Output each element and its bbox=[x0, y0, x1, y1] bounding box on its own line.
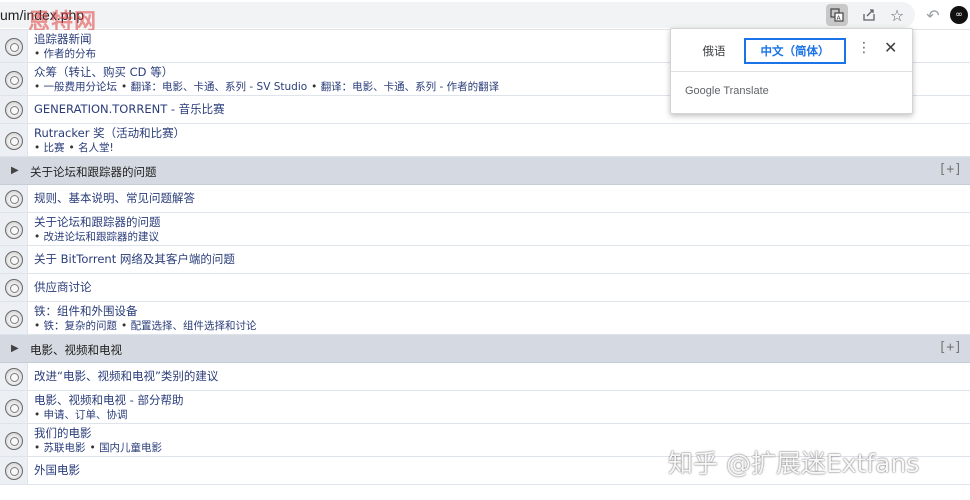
forum-bubble-icon bbox=[5, 37, 23, 56]
subforum-link[interactable]: 苏联电影 bbox=[34, 442, 86, 454]
close-icon[interactable]: ✕ bbox=[884, 38, 897, 57]
forum-icon-cell bbox=[0, 96, 28, 123]
forum-icon-cell bbox=[0, 124, 28, 156]
forum-row: 供应商讨论 bbox=[0, 274, 970, 302]
subforum-list: 改进论坛和跟踪器的建议 bbox=[34, 230, 970, 244]
forum-title-link[interactable]: 我们的电影 bbox=[34, 426, 970, 441]
expand-toggle[interactable]: [+] bbox=[939, 340, 962, 355]
expand-triangle-icon[interactable]: ▶ bbox=[11, 343, 19, 354]
zhihu-watermark: 知乎 @扩展迷Extfans bbox=[668, 449, 920, 478]
forum-bubble-icon bbox=[5, 70, 23, 89]
subforum-link[interactable]: 作者的分布 bbox=[34, 48, 96, 60]
more-menu-icon[interactable]: ⋮ bbox=[857, 40, 871, 56]
expand-toggle[interactable]: [+] bbox=[939, 162, 962, 177]
share-icon[interactable] bbox=[858, 4, 880, 26]
star-icon[interactable]: ☆ bbox=[886, 4, 908, 26]
forum-bubble-icon bbox=[5, 309, 23, 328]
forum-icon-cell bbox=[0, 457, 28, 484]
category-title: 关于论坛和跟踪器的问题 bbox=[30, 165, 157, 179]
forum-icon-cell bbox=[0, 246, 28, 273]
popup-divider bbox=[671, 71, 912, 72]
forum-title-link[interactable]: 规则、基本说明、常见问题解答 bbox=[34, 191, 970, 206]
forum-title-link[interactable]: 铁：组件和外围设备 bbox=[34, 304, 970, 319]
translate-icon[interactable]: A bbox=[826, 4, 848, 26]
forum-bubble-icon bbox=[5, 398, 23, 417]
category-header[interactable]: ▶ 关于论坛和跟踪器的问题 [+] bbox=[0, 157, 970, 185]
subforum-link[interactable]: 铁：复杂的问题 bbox=[34, 320, 117, 332]
forum-icon-cell bbox=[0, 363, 28, 390]
subforum-link[interactable]: 名人堂! bbox=[69, 142, 114, 154]
forum-bubble-icon bbox=[5, 220, 23, 239]
subforum-link[interactable]: 改进论坛和跟踪器的建议 bbox=[34, 231, 159, 243]
forum-bubble-icon bbox=[5, 131, 23, 150]
forum-icon-cell bbox=[0, 391, 28, 423]
translate-popup: 俄语 中文（简体） ⋮ ✕ Google Translate bbox=[670, 28, 913, 114]
expand-triangle-icon[interactable]: ▶ bbox=[11, 165, 19, 176]
forum-row: 电影、视频和电视 - 部分帮助申请、订单、协调 bbox=[0, 391, 970, 424]
subforum-list: 申请、订单、协调 bbox=[34, 408, 970, 422]
forum-icon-cell bbox=[0, 63, 28, 95]
subforum-link[interactable]: 翻译：电影、卡通、系列 - SV Studio bbox=[121, 81, 307, 93]
tab-russian[interactable]: 俄语 bbox=[681, 38, 747, 64]
subforum-link[interactable]: 翻译：电影、卡通、系列 - 作者的翻译 bbox=[311, 81, 499, 93]
forum-icon-cell bbox=[0, 274, 28, 301]
forum-row: 改进“电影、视频和电视”类别的建议 bbox=[0, 363, 970, 391]
forum-bubble-icon bbox=[5, 190, 23, 208]
forum-bubble-icon bbox=[5, 279, 23, 297]
google-translate-brand: Google Translate bbox=[685, 85, 769, 97]
subforum-link[interactable]: 国内儿童电影 bbox=[90, 442, 163, 454]
url-field[interactable]: um/index.php 恩特网 bbox=[0, 2, 915, 35]
subforum-link[interactable]: 一般费用分论坛 bbox=[34, 81, 117, 93]
forum-title-link[interactable]: Rutracker 奖（活动和比赛） bbox=[34, 126, 970, 141]
forum-icon-cell bbox=[0, 30, 28, 62]
forum-row: 关于 BitTorrent 网络及其客户端的问题 bbox=[0, 246, 970, 274]
forum-bubble-icon bbox=[5, 462, 23, 480]
forum-row: 关于论坛和跟踪器的问题改进论坛和跟踪器的建议 bbox=[0, 213, 970, 246]
subforum-list: 比赛名人堂! bbox=[34, 141, 970, 155]
subforum-link[interactable]: 申请、订单、协调 bbox=[34, 409, 128, 421]
subforum-link[interactable]: 比赛 bbox=[34, 142, 65, 154]
forum-icon-cell bbox=[0, 302, 28, 334]
category-header[interactable]: ▶ 电影、视频和电视 [+] bbox=[0, 335, 970, 363]
forum-icon-cell bbox=[0, 424, 28, 456]
forum-bubble-icon bbox=[5, 431, 23, 450]
forum-title-link[interactable]: 供应商讨论 bbox=[34, 280, 970, 295]
forum-title-link[interactable]: 关于 BitTorrent 网络及其客户端的问题 bbox=[34, 252, 970, 267]
forum-row: 规则、基本说明、常见问题解答 bbox=[0, 185, 970, 213]
extension-icon[interactable]: ∞ bbox=[950, 6, 968, 24]
tab-chinese-simplified[interactable]: 中文（简体） bbox=[744, 38, 846, 64]
address-bar: um/index.php 恩特网 A ☆ ↶ ∞ bbox=[0, 0, 970, 35]
forum-row: 铁：组件和外围设备铁：复杂的问题配置选择、组件选择和讨论 bbox=[0, 302, 970, 335]
forum-title-link[interactable]: 改进“电影、视频和电视”类别的建议 bbox=[34, 369, 970, 384]
forum-bubble-icon bbox=[5, 251, 23, 269]
forum-icon-cell bbox=[0, 185, 28, 212]
back-icon[interactable]: ↶ bbox=[922, 4, 944, 26]
forum-bubble-icon bbox=[5, 101, 23, 119]
forum-title-link[interactable]: 电影、视频和电视 - 部分帮助 bbox=[34, 393, 970, 408]
forum-bubble-icon bbox=[5, 368, 23, 386]
category-title: 电影、视频和电视 bbox=[30, 343, 122, 357]
forum-title-link[interactable]: 关于论坛和跟踪器的问题 bbox=[34, 215, 970, 230]
subforum-link[interactable]: 配置选择、组件选择和讨论 bbox=[121, 320, 257, 332]
subforum-list: 铁：复杂的问题配置选择、组件选择和讨论 bbox=[34, 319, 970, 333]
forum-icon-cell bbox=[0, 213, 28, 245]
forum-row: Rutracker 奖（活动和比赛）比赛名人堂! bbox=[0, 124, 970, 157]
